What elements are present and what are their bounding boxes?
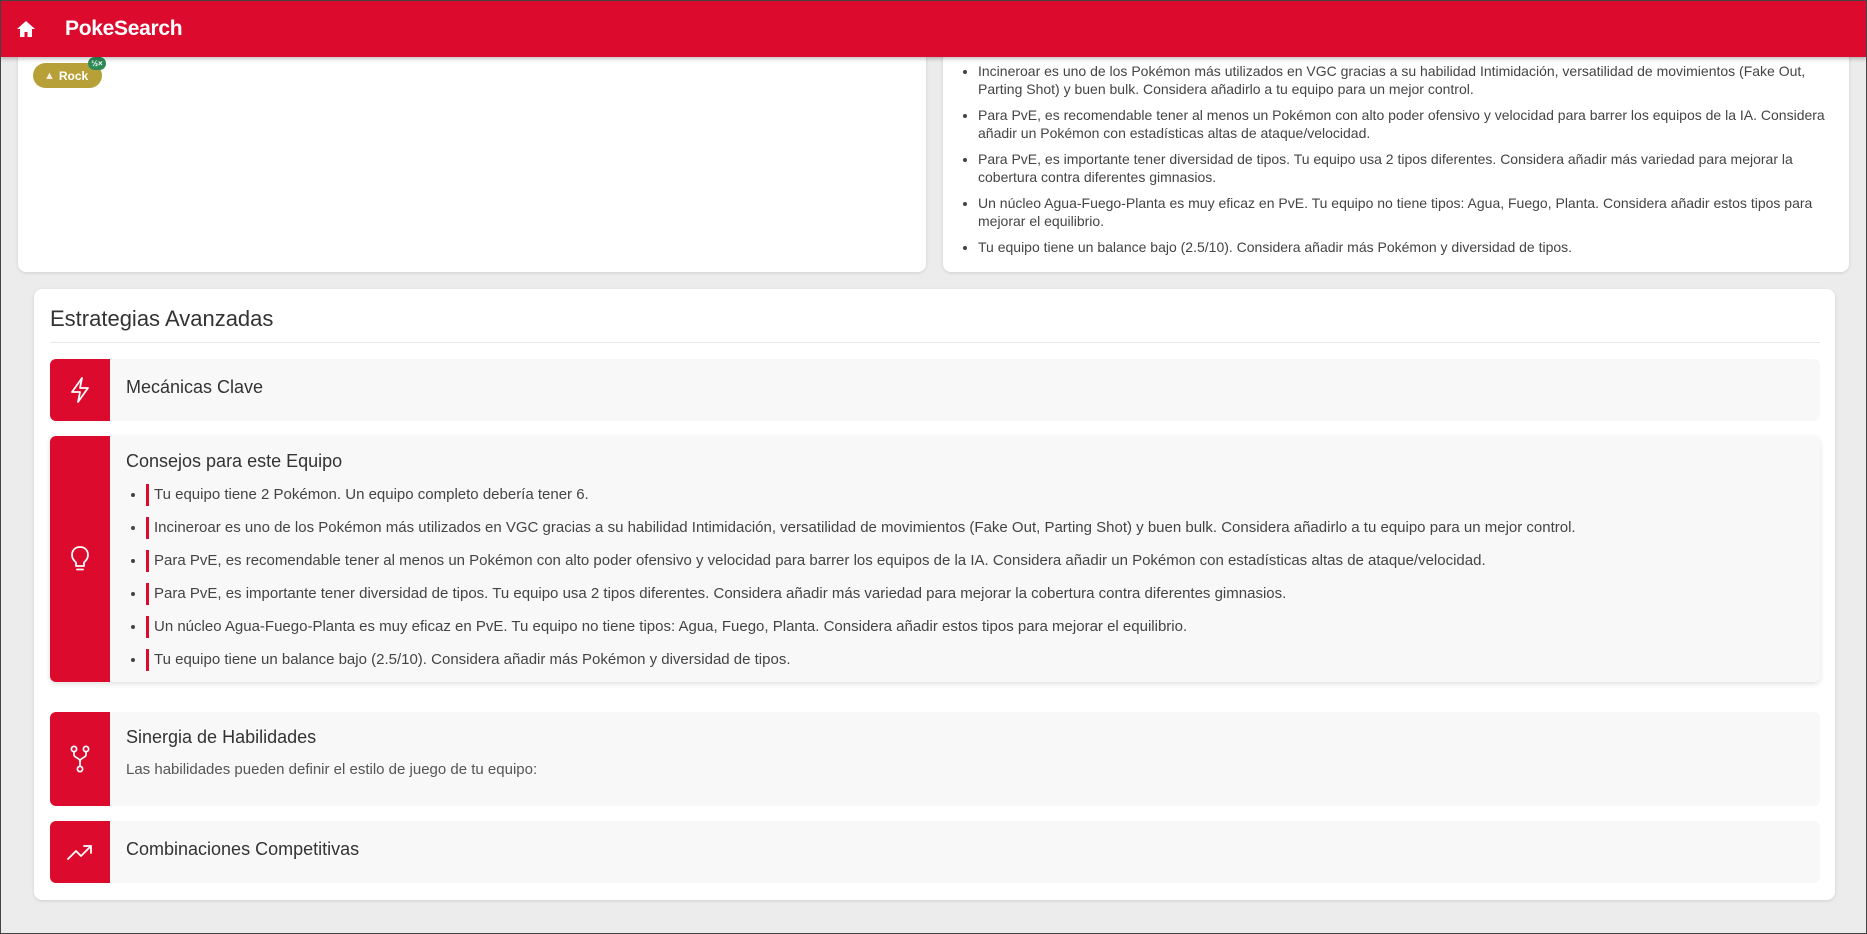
section-heading: Estrategias Avanzadas <box>50 306 274 331</box>
section-description: Las habilidades pueden definir el estilo… <box>126 761 538 778</box>
section-title: Sinergia de Habilidades <box>126 727 317 747</box>
section-title: Mecánicas Clave <box>126 377 264 397</box>
tip-text: Para PvE, es recomendable tener al menos… <box>146 550 1486 572</box>
type-weakness-card: ▲ Rock ½× <box>18 40 926 272</box>
divider <box>50 342 1820 343</box>
list-item: Un núcleo Agua-Fuego-Planta es muy efica… <box>146 616 1806 649</box>
lightning-icon <box>71 377 89 403</box>
list-item: Un núcleo Agua-Fuego-Planta es muy efica… <box>978 194 1838 230</box>
advanced-strategies-card: Estrategias Avanzadas Mecánicas Clave Co… <box>34 289 1835 900</box>
section-ability-synergy[interactable]: Sinergia de Habilidades Las habilidades … <box>50 712 1820 806</box>
rock-icon: ▲ <box>44 69 55 82</box>
list-item: Para PvE, es recomendable tener al menos… <box>978 106 1838 142</box>
section-icon-column <box>50 359 110 421</box>
section-icon-column <box>50 821 110 883</box>
list-item: Tu equipo tiene un balance bajo (2.5/10)… <box>978 238 1838 256</box>
section-title: Consejos para este Equipo <box>126 451 343 471</box>
tips-list: Tu equipo tiene 2 Pokémon. Un equipo com… <box>146 484 1806 682</box>
trending-up-icon <box>67 845 92 860</box>
section-competitive-combos[interactable]: Combinaciones Competitivas <box>50 821 1820 883</box>
tip-text: Tu equipo tiene 2 Pokémon. Un equipo com… <box>146 484 589 506</box>
list-item: Para PvE, es recomendable tener al menos… <box>146 550 1806 583</box>
tip-text: Un núcleo Agua-Fuego-Planta es muy efica… <box>146 616 1187 638</box>
type-badge-label: Rock <box>58 68 89 83</box>
home-button[interactable] <box>0 0 52 57</box>
list-item: Incineroar es uno de los Pokémon más uti… <box>978 62 1838 98</box>
tip-text: Para PvE, es importante tener diversidad… <box>146 583 1286 605</box>
list-item: Tu equipo tiene un balance bajo (2.5/10)… <box>146 649 1806 682</box>
top-app-bar: PokeSearch <box>0 0 1867 57</box>
tip-text: Incineroar es uno de los Pokémon más uti… <box>146 517 1576 539</box>
list-item: Tu equipo tiene 2 Pokémon. Un equipo com… <box>146 484 1806 517</box>
section-icon-column <box>50 436 110 682</box>
section-title: Combinaciones Competitivas <box>126 839 360 859</box>
home-icon <box>17 20 35 37</box>
section-icon-column <box>50 712 110 806</box>
section-team-tips[interactable]: Consejos para este Equipo Tu equipo tien… <box>50 436 1820 682</box>
recommendations-card: Incineroar es uno de los Pokémon más uti… <box>943 40 1849 272</box>
section-key-mechanics[interactable]: Mecánicas Clave <box>50 359 1820 421</box>
app-title[interactable]: PokeSearch <box>65 17 183 41</box>
lightbulb-icon <box>71 546 89 571</box>
list-item: Para PvE, es importante tener diversidad… <box>146 583 1806 616</box>
tip-text: Tu equipo tiene un balance bajo (2.5/10)… <box>146 649 791 671</box>
list-item: Incineroar es uno de los Pokémon más uti… <box>146 517 1806 550</box>
git-fork-icon <box>70 745 90 773</box>
recommendations-list: Incineroar es uno de los Pokémon más uti… <box>978 62 1838 264</box>
list-item: Para PvE, es importante tener diversidad… <box>978 150 1838 186</box>
multiplier-badge: ½× <box>88 57 106 70</box>
